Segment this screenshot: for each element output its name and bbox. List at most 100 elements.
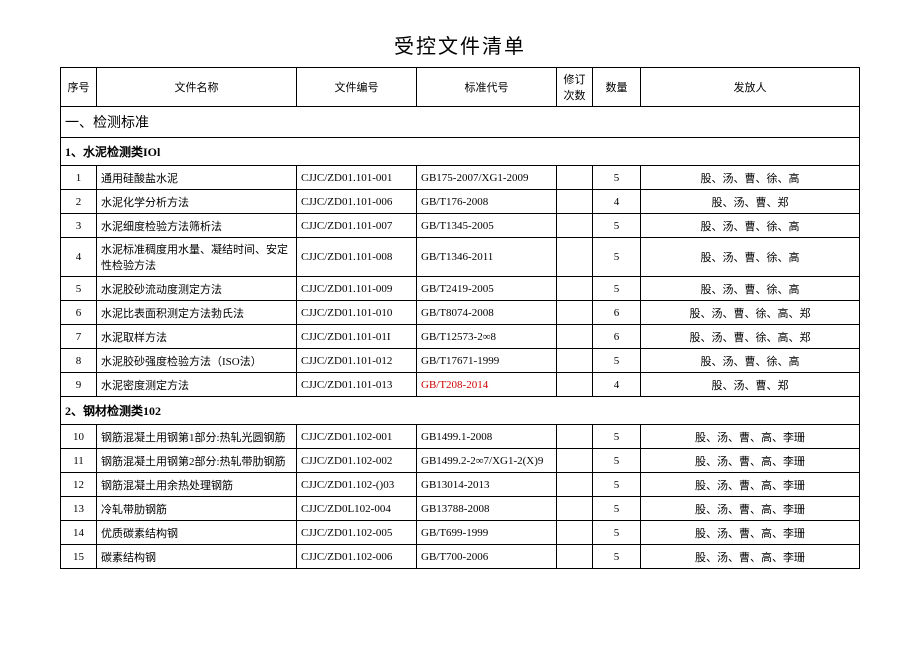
cell-qty: 5: [593, 449, 641, 473]
cell-seq: 6: [61, 301, 97, 325]
cell-std: GB/T208-2014: [417, 373, 557, 397]
cell-qty: 4: [593, 190, 641, 214]
cell-rev: [557, 473, 593, 497]
cell-code: CJJC/ZD0L102-004: [297, 497, 417, 521]
table-row: 9水泥密度测定方法CJJC/ZD01.101-013GB/T208-20144股…: [61, 373, 860, 397]
cell-std: GB/T176-2008: [417, 190, 557, 214]
table-row: 6水泥比表面积测定方法勃氏法CJJC/ZD01.101-010GB/T8074-…: [61, 301, 860, 325]
cell-seq: 4: [61, 238, 97, 277]
cell-seq: 8: [61, 349, 97, 373]
cell-qty: 5: [593, 473, 641, 497]
subsection-header-2-cell: 2、钢材检测类102: [61, 397, 860, 425]
cell-code: CJJC/ZD01.101-01I: [297, 325, 417, 349]
cell-code: CJJC/ZD01.101-009: [297, 277, 417, 301]
cell-name: 水泥标准稠度用水量、凝结时间、安定性检验方法: [97, 238, 297, 277]
cell-dist: 股、汤、曹、郑: [641, 190, 860, 214]
header-name: 文件名称: [97, 68, 297, 107]
cell-code: CJJC/ZD01.102-001: [297, 425, 417, 449]
cell-dist: 股、汤、曹、郑: [641, 373, 860, 397]
cell-rev: [557, 497, 593, 521]
cell-rev: [557, 277, 593, 301]
cell-qty: 5: [593, 521, 641, 545]
header-qty: 数量: [593, 68, 641, 107]
cell-name: 冷轧带肋钢筋: [97, 497, 297, 521]
cell-rev: [557, 521, 593, 545]
section-header: 一、检测标准: [61, 107, 860, 138]
cell-code: CJJC/ZD01.101-001: [297, 166, 417, 190]
cell-rev: [557, 545, 593, 569]
cell-code: CJJC/ZD01.101-008: [297, 238, 417, 277]
table-body: 一、检测标准1、水泥检测类IOl1通用硅酸盐水泥CJJC/ZD01.101-00…: [61, 107, 860, 569]
cell-qty: 5: [593, 425, 641, 449]
cell-rev: [557, 190, 593, 214]
cell-name: 通用硅酸盐水泥: [97, 166, 297, 190]
cell-name: 优质碳素结构钢: [97, 521, 297, 545]
cell-code: CJJC/ZD01.102-002: [297, 449, 417, 473]
cell-seq: 5: [61, 277, 97, 301]
cell-rev: [557, 373, 593, 397]
cell-name: 碳素结构钢: [97, 545, 297, 569]
cell-std: GB13788-2008: [417, 497, 557, 521]
cell-rev: [557, 238, 593, 277]
cell-dist: 股、汤、曹、徐、高: [641, 349, 860, 373]
cell-seq: 15: [61, 545, 97, 569]
table-row: 7水泥取样方法CJJC/ZD01.101-01IGB/T12573-2∞86股、…: [61, 325, 860, 349]
cell-qty: 6: [593, 301, 641, 325]
cell-name: 钢筋混凝土用钢第1部分:热轧光圆钢筋: [97, 425, 297, 449]
cell-name: 水泥取样方法: [97, 325, 297, 349]
cell-std: GB/T17671-1999: [417, 349, 557, 373]
cell-seq: 1: [61, 166, 97, 190]
table-row: 10钢筋混凝土用钢第1部分:热轧光圆钢筋CJJC/ZD01.102-001GB1…: [61, 425, 860, 449]
table-row: 8水泥胶砂强度检验方法（ISO法）CJJC/ZD01.101-012GB/T17…: [61, 349, 860, 373]
cell-std: GB/T8074-2008: [417, 301, 557, 325]
cell-dist: 股、汤、曹、高、李珊: [641, 545, 860, 569]
cell-code: CJJC/ZD01.101-006: [297, 190, 417, 214]
cell-seq: 10: [61, 425, 97, 449]
cell-dist: 股、汤、曹、徐、高: [641, 166, 860, 190]
cell-code: CJJC/ZD01.101-012: [297, 349, 417, 373]
table-row: 3水泥细度检验方法筛析法CJJC/ZD01.101-007GB/T1345-20…: [61, 214, 860, 238]
table-row: 15碳素结构钢CJJC/ZD01.102-006GB/T700-20065股、汤…: [61, 545, 860, 569]
table-row: 14优质碳素结构钢CJJC/ZD01.102-005GB/T699-19995股…: [61, 521, 860, 545]
cell-rev: [557, 214, 593, 238]
cell-qty: 5: [593, 238, 641, 277]
cell-rev: [557, 166, 593, 190]
cell-name: 水泥化学分析方法: [97, 190, 297, 214]
subsection-header-1: 1、水泥检测类IOl: [61, 138, 860, 166]
cell-qty: 5: [593, 214, 641, 238]
header-code: 文件编号: [297, 68, 417, 107]
cell-qty: 5: [593, 277, 641, 301]
cell-name: 水泥胶砂强度检验方法（ISO法）: [97, 349, 297, 373]
cell-seq: 9: [61, 373, 97, 397]
document-table: 序号 文件名称 文件编号 标准代号 修订次数 数量 发放人 一、检测标准1、水泥…: [60, 67, 860, 569]
cell-seq: 14: [61, 521, 97, 545]
cell-std: GB1499.1-2008: [417, 425, 557, 449]
cell-name: 水泥胶砂流动度测定方法: [97, 277, 297, 301]
cell-std: GB175-2007/XG1-2009: [417, 166, 557, 190]
cell-seq: 13: [61, 497, 97, 521]
header-seq: 序号: [61, 68, 97, 107]
header-dist: 发放人: [641, 68, 860, 107]
cell-qty: 6: [593, 325, 641, 349]
cell-seq: 3: [61, 214, 97, 238]
cell-seq: 2: [61, 190, 97, 214]
cell-name: 钢筋混凝土用余热处理钢筋: [97, 473, 297, 497]
table-row: 11钢筋混凝土用钢第2部分:热轧带肋钢筋CJJC/ZD01.102-002GB1…: [61, 449, 860, 473]
table-row: 5水泥胶砂流动度测定方法CJJC/ZD01.101-009GB/T2419-20…: [61, 277, 860, 301]
cell-code: CJJC/ZD01.101-013: [297, 373, 417, 397]
cell-dist: 股、汤、曹、徐、高、郑: [641, 301, 860, 325]
table-row: 4水泥标准稠度用水量、凝结时间、安定性检验方法CJJC/ZD01.101-008…: [61, 238, 860, 277]
cell-seq: 7: [61, 325, 97, 349]
table-row: 2水泥化学分析方法CJJC/ZD01.101-006GB/T176-2008 4股…: [61, 190, 860, 214]
cell-code: CJJC/ZD01.102-006: [297, 545, 417, 569]
table-header-row: 序号 文件名称 文件编号 标准代号 修订次数 数量 发放人: [61, 68, 860, 107]
cell-code: CJJC/ZD01.101-007: [297, 214, 417, 238]
cell-code: CJJC/ZD01.102-()03: [297, 473, 417, 497]
cell-std: GB/T1345-2005: [417, 214, 557, 238]
cell-dist: 股、汤、曹、高、李珊: [641, 425, 860, 449]
cell-dist: 股、汤、曹、徐、高: [641, 238, 860, 277]
cell-std: GB/T700-2006: [417, 545, 557, 569]
cell-dist: 股、汤、曹、徐、高: [641, 214, 860, 238]
cell-rev: [557, 349, 593, 373]
cell-std: GB13014-2013: [417, 473, 557, 497]
